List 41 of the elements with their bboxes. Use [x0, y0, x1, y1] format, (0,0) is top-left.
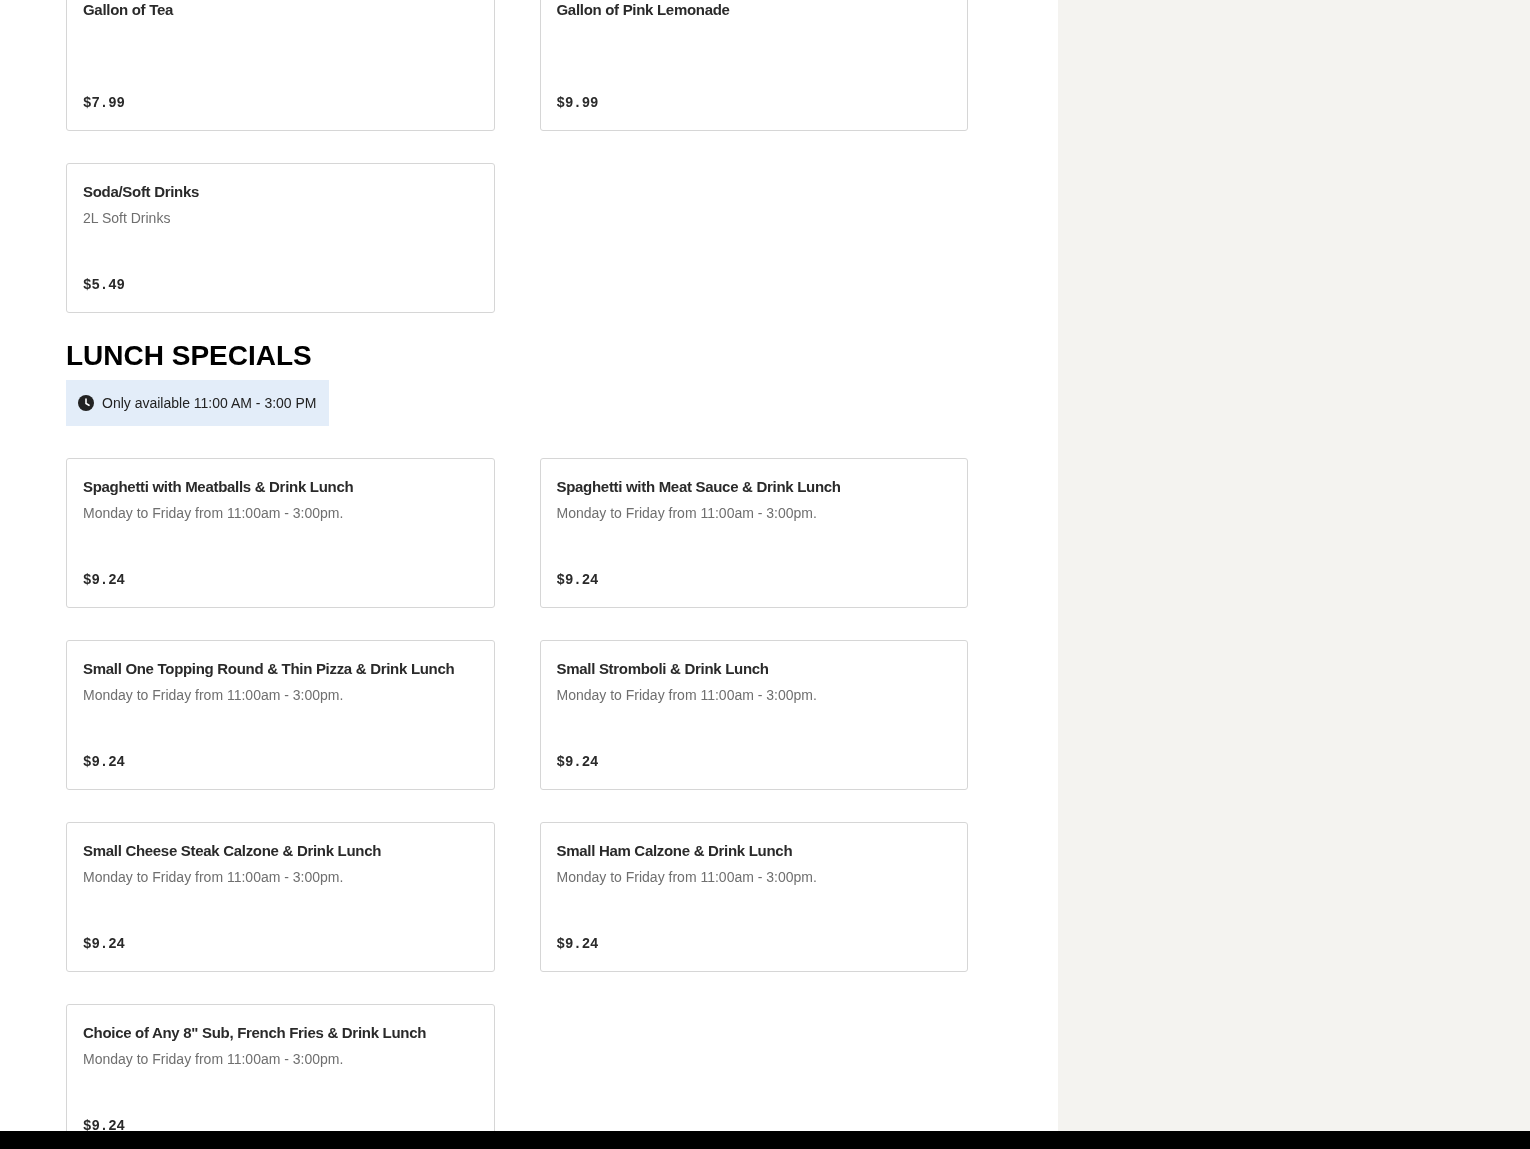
- item-description: Monday to Friday from 11:00am - 3:00pm.: [556, 868, 818, 886]
- item-price: $9.24: [83, 571, 126, 589]
- availability-text: Only available 11:00 AM - 3:00 PM: [102, 393, 317, 413]
- item-name: Choice of Any 8" Sub, French Fries & Drink Lunch: [83, 1023, 428, 1043]
- menu-item-card[interactable]: Spaghetti with Meatballs & Drink Lunch Monday to Friday from 11:00am - 3:00pm. $9.24: [66, 458, 495, 608]
- menu-item-card[interactable]: Gallon of Tea $7.99: [66, 0, 495, 131]
- item-price: $5.49: [83, 276, 126, 294]
- item-name: Spaghetti with Meatballs & Drink Lunch: [83, 477, 355, 497]
- item-description: Monday to Friday from 11:00am - 3:00pm.: [83, 686, 345, 704]
- item-name: Spaghetti with Meat Sauce & Drink Lunch: [556, 477, 842, 497]
- item-price: $9.24: [83, 935, 126, 953]
- item-description: Monday to Friday from 11:00am - 3:00pm.: [83, 1050, 345, 1068]
- item-description: 2L Soft Drinks: [83, 209, 172, 227]
- item-price: $9.24: [83, 753, 126, 771]
- menu-item-card[interactable]: Choice of Any 8" Sub, French Fries & Drink Lunch Monday to Friday from 11:00am - 3:00pm. $9.24: [66, 1004, 495, 1131]
- item-price: $9.24: [83, 1117, 126, 1131]
- item-price: $9.24: [556, 753, 600, 771]
- item-name: Soda/Soft Drinks: [83, 182, 201, 202]
- menu-item-card[interactable]: Spaghetti with Meat Sauce & Drink Lunch Monday to Friday from 11:00am - 3:00pm. $9.24: [539, 458, 968, 608]
- item-name: Gallon of Tea: [83, 0, 175, 20]
- item-price: $7.99: [83, 94, 126, 112]
- menu-item-card[interactable]: Small One Topping Round & Thin Pizza & Drink Lunch Monday to Friday from 11:00am - 3:00pm. $9.24: [66, 640, 495, 790]
- item-name: Small Ham Calzone & Drink Lunch: [556, 841, 794, 861]
- item-name: Small Stromboli & Drink Lunch: [556, 659, 770, 679]
- menu-item-card[interactable]: Gallon of Pink Lemonade $9.99: [539, 0, 968, 131]
- item-description: Monday to Friday from 11:00am - 3:00pm.: [556, 686, 818, 704]
- menu-item-card[interactable]: Small Cheese Steak Calzone & Drink Lunch Monday to Friday from 11:00am - 3:00pm. $9.24: [66, 822, 495, 972]
- item-description: Monday to Friday from 11:00am - 3:00pm.: [83, 868, 345, 886]
- item-description: Monday to Friday from 11:00am - 3:00pm.: [83, 504, 345, 522]
- menu-item-card[interactable]: Soda/Soft Drinks 2L Soft Drinks $5.49: [66, 163, 495, 313]
- item-name: Small One Topping Round & Thin Pizza & Drink Lunch: [83, 659, 456, 679]
- item-price: $9.24: [556, 571, 600, 589]
- item-name: Small Cheese Steak Calzone & Drink Lunch: [83, 841, 383, 861]
- item-name: Gallon of Pink Lemonade: [556, 0, 731, 20]
- clock-icon: [78, 395, 94, 411]
- item-description: Monday to Friday from 11:00am - 3:00pm.: [556, 504, 818, 522]
- menu-item-card[interactable]: Small Stromboli & Drink Lunch Monday to Friday from 11:00am - 3:00pm. $9.24: [539, 640, 968, 790]
- section-heading: LUNCH SPECIALS: [66, 340, 313, 372]
- item-price: $9.24: [556, 935, 600, 953]
- item-price: $9.99: [556, 94, 600, 112]
- menu-item-card[interactable]: Small Ham Calzone & Drink Lunch Monday to Friday from 11:00am - 3:00pm. $9.24: [539, 822, 968, 972]
